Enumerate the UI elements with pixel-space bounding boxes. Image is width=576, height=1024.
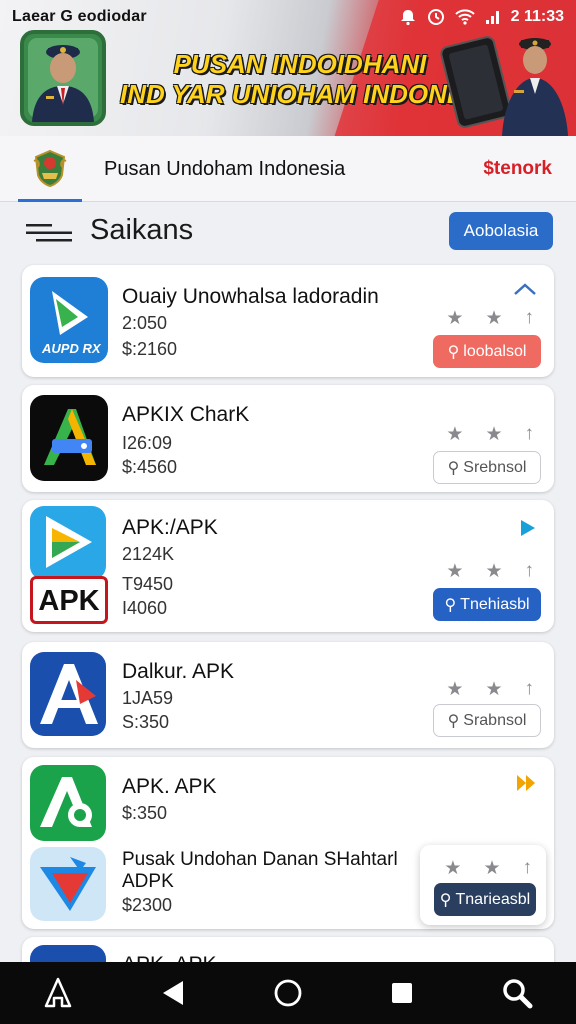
- install-button-label: Tnehiasbl: [460, 595, 530, 613]
- app-icon: AUPD RX: [30, 277, 108, 363]
- app-price: I4060: [122, 598, 168, 618]
- app-icon: [30, 506, 106, 580]
- svg-text:APK: APK: [38, 585, 99, 617]
- star-icon: ★: [485, 308, 503, 329]
- app-card[interactable]: APK APK:/APK 2124K T9450 I4060 ★ ★ ↑ ⚲ Tneh…: [22, 500, 554, 632]
- star-icon: ★: [485, 561, 503, 582]
- install-button[interactable]: ⚲ Srebnsol: [433, 451, 541, 484]
- sub-app-label: ADPK: [122, 871, 174, 892]
- install-button-label: Srebnsol: [463, 458, 527, 476]
- carrier-label: Laear G eodiodar: [12, 8, 147, 25]
- app-card[interactable]: APK. APK $:350 Pusak Undohan Danan SHaht…: [22, 757, 554, 929]
- sub-app-name: Pusak Undohan Danan SHahtarl: [122, 849, 398, 870]
- install-button[interactable]: ⚲ Srabnsol: [433, 704, 541, 737]
- home-circle-icon[interactable]: [273, 978, 303, 1008]
- install-button[interactable]: ⚲ Tnarieasbl: [434, 883, 536, 916]
- star-icon: ★: [446, 679, 464, 700]
- banner-headline: PUSAN INDOIDHANI IND YAR UNIOHAM INDONES…: [120, 49, 508, 110]
- search-icon[interactable]: [501, 977, 533, 1009]
- star-icon: ★: [446, 424, 464, 445]
- emblem-icon: [33, 149, 67, 187]
- install-button[interactable]: ⚲ Tnehiasbl: [433, 588, 541, 621]
- back-icon[interactable]: [160, 979, 186, 1007]
- app-card[interactable]: APKIX CharK I26:09 $:4560 ★ ★ ↑ ⚲ Srebnsol: [22, 385, 554, 492]
- section-action-button[interactable]: Aobolasia: [449, 212, 553, 250]
- star-icon: ↑: [524, 307, 535, 328]
- star-icon: ↑: [524, 678, 535, 699]
- rating-stars: ★ ★ ↑: [446, 307, 534, 330]
- app-icon: [30, 765, 106, 841]
- rating-stars: ★ ★ ↑: [446, 678, 534, 701]
- rating-stars: ★ ★ ↑: [444, 857, 532, 880]
- app-price: $:350: [122, 803, 168, 823]
- app-card[interactable]: Dalkur. APK 1JA59 S:350 ★ ★ ↑ ⚲ Srabnsol: [22, 642, 554, 748]
- app-price: $:2160: [122, 339, 178, 359]
- app-size: 2:050: [122, 313, 168, 333]
- star-icon: ↑: [524, 423, 535, 444]
- install-button-label: Srabnsol: [463, 711, 527, 729]
- star-icon: ★: [483, 858, 501, 879]
- sub-app-price: $2300: [122, 895, 173, 915]
- key-icon: ⚲: [444, 596, 457, 614]
- star-icon: ★: [446, 308, 464, 329]
- app-icon: [30, 652, 106, 736]
- app-name: APKIX CharK: [122, 403, 250, 426]
- star-icon: ↑: [522, 857, 533, 878]
- notification-bell-icon: [399, 8, 417, 26]
- play-arrow-icon[interactable]: [517, 518, 537, 538]
- install-button[interactable]: ⚲ loobalsol: [433, 335, 541, 368]
- banner-headline-line2: IND YAR UNIOHAM INDONESIA: [120, 78, 508, 109]
- key-icon: ⚲: [439, 891, 452, 909]
- menu-icon[interactable]: [26, 222, 74, 244]
- rating-stars: ★ ★ ↑: [446, 560, 534, 583]
- star-icon: ★: [485, 679, 503, 700]
- system-nav-bar: [0, 962, 576, 1024]
- status-bar: Laear G eodiodar 2 11:33: [0, 0, 576, 34]
- home-outline-icon[interactable]: [43, 976, 73, 1010]
- app-name: Ouaiy Unowhalsa ladoradin: [122, 285, 379, 308]
- promo-banner[interactable]: Laear G eodiodar 2 11:33 PUSAN INDOIDHAN…: [0, 0, 576, 136]
- rating-stars: ★ ★ ↑: [446, 423, 534, 446]
- install-button-label: loobalsol: [463, 342, 527, 360]
- app-icon: [30, 395, 108, 481]
- section-title: Saikans: [90, 214, 194, 246]
- star-icon: ★: [446, 561, 464, 582]
- app-size: I26:09: [122, 433, 173, 453]
- app-header: Pusan Undoham Indonesia $tenork: [0, 136, 576, 202]
- secondary-app-icon: [30, 847, 106, 921]
- profile-avatar: [20, 30, 106, 126]
- app-price: $:4560: [122, 457, 178, 477]
- app-title: Pusan Undoham Indonesia: [104, 158, 346, 180]
- app-version: T9450: [122, 574, 174, 594]
- section-header: Saikans Aobolasia: [0, 202, 576, 260]
- star-icon: ↑: [524, 560, 535, 581]
- clock-label: 2 11:33: [510, 8, 564, 25]
- home-tab[interactable]: [18, 136, 82, 202]
- app-name: APK. APK: [122, 775, 217, 798]
- app-size: 2124K: [122, 544, 175, 564]
- install-popover: ★ ★ ↑ ⚲ Tnarieasbl: [420, 845, 546, 925]
- svg-text:AUPD RX: AUPD RX: [41, 341, 102, 356]
- apk-badge-icon: APK: [30, 576, 108, 624]
- app-size: 1JA59: [122, 688, 174, 708]
- install-button-label: Tnarieasbl: [455, 890, 531, 908]
- star-icon: ★: [444, 858, 462, 879]
- key-icon: ⚲: [447, 343, 460, 361]
- app-name: APK:/APK: [122, 516, 218, 539]
- officer-illustration: [502, 38, 568, 136]
- key-icon: ⚲: [447, 712, 460, 730]
- signal-icon: [485, 9, 501, 25]
- wifi-icon: [454, 9, 475, 25]
- fast-forward-icon[interactable]: [515, 773, 537, 793]
- banner-headline-line1: PUSAN INDOIDHANI: [173, 49, 427, 79]
- app-name: Dalkur. APK: [122, 660, 235, 683]
- app-price: S:350: [122, 712, 170, 732]
- star-icon: ★: [485, 424, 503, 445]
- alarm-icon: [427, 8, 445, 26]
- network-link[interactable]: $tenork: [483, 158, 552, 180]
- recents-icon[interactable]: [390, 981, 414, 1005]
- app-card[interactable]: AUPD RX Ouaiy Unowhalsa ladoradin 2:050 …: [22, 265, 554, 377]
- key-icon: ⚲: [447, 459, 460, 477]
- chevron-up-icon[interactable]: [513, 281, 537, 297]
